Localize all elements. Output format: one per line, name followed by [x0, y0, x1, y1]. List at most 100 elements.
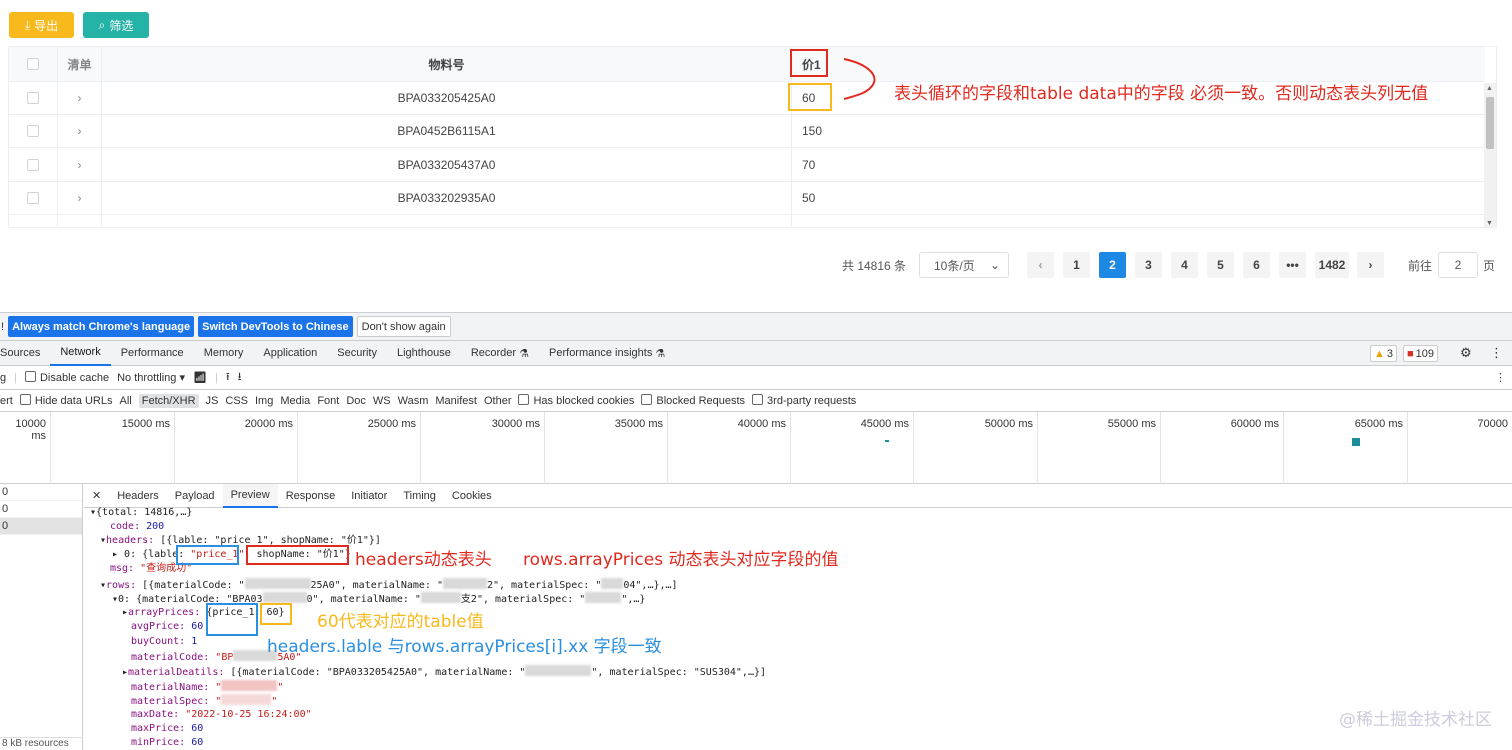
- has-blocked-label: Has blocked cookies: [533, 395, 635, 407]
- blocked-requests-checkbox[interactable]: Blocked Requests: [641, 394, 745, 407]
- timeline-tick: 25000 ms: [298, 412, 421, 484]
- page-button-active[interactable]: 2: [1099, 252, 1126, 278]
- select-all-checkbox[interactable]: [27, 58, 39, 70]
- upload-icon[interactable]: ⭱: [226, 368, 230, 387]
- has-blocked-cookies-checkbox[interactable]: Has blocked cookies: [518, 394, 634, 407]
- tab-security[interactable]: Security: [327, 341, 387, 366]
- tab-cookies[interactable]: Cookies: [444, 484, 500, 508]
- gear-icon[interactable]: ⚙: [1460, 345, 1472, 361]
- tab-timing[interactable]: Timing: [395, 484, 444, 508]
- download-icon[interactable]: ⭳: [238, 368, 242, 387]
- tab-recorder[interactable]: Recorder ⚗: [461, 341, 539, 366]
- table-scrollbar[interactable]: ▲ ▼: [1484, 83, 1496, 227]
- prev-page-button[interactable]: ‹: [1027, 252, 1054, 278]
- json-line[interactable]: ▸materialDeatils: [{materialCode: "BPA03…: [122, 665, 766, 680]
- page-size-select[interactable]: 10条/页 ⌄: [919, 252, 1009, 278]
- json-key: minPrice:: [131, 737, 192, 748]
- scroll-thumb[interactable]: [1486, 97, 1494, 149]
- network-timeline[interactable]: 10000 ms 15000 ms 20000 ms 25000 ms 3000…: [0, 412, 1512, 484]
- disable-cache-checkbox[interactable]: Disable cache: [24, 371, 109, 384]
- filter-other[interactable]: Other: [484, 395, 512, 407]
- filter-manifest[interactable]: Manifest: [435, 395, 477, 407]
- warnings-badge[interactable]: ▲ 3: [1370, 345, 1398, 362]
- row-checkbox[interactable]: [27, 192, 39, 204]
- throttling-select[interactable]: No throttling ▾: [117, 371, 185, 384]
- dont-show-button[interactable]: Don't show again: [356, 316, 451, 337]
- checkbox-box: [19, 394, 31, 405]
- tab-preview[interactable]: Preview: [222, 483, 278, 508]
- filter-doc[interactable]: Doc: [346, 395, 366, 407]
- page-button[interactable]: 1: [1063, 252, 1090, 278]
- filter-media[interactable]: Media: [280, 395, 310, 407]
- export-button[interactable]: ⤓ 导出: [9, 12, 74, 38]
- expand-chevron-icon[interactable]: ›: [58, 82, 102, 114]
- tab-performance[interactable]: Performance: [111, 341, 194, 366]
- row-checkbox[interactable]: [27, 125, 39, 137]
- expand-chevron-icon[interactable]: ›: [58, 182, 102, 214]
- switch-chinese-button[interactable]: Switch DevTools to Chinese: [198, 316, 353, 337]
- arrayprices-key-highlight: [206, 603, 258, 636]
- close-icon[interactable]: ✕: [84, 484, 109, 508]
- filter-wasm[interactable]: Wasm: [398, 395, 429, 407]
- errors-badge[interactable]: ■ 109: [1403, 345, 1439, 362]
- tab-application[interactable]: Application: [253, 341, 327, 366]
- filter-fetch-xhr[interactable]: Fetch/XHR: [138, 393, 199, 408]
- redacted: [221, 694, 272, 705]
- row-checkbox[interactable]: [27, 92, 39, 104]
- page-button[interactable]: 5: [1207, 252, 1234, 278]
- goto-input[interactable]: 2: [1438, 252, 1478, 278]
- row-checkbox[interactable]: [27, 158, 39, 171]
- page-button[interactable]: 6: [1243, 252, 1270, 278]
- tab-performance-insights[interactable]: Performance insights ⚗: [539, 341, 675, 366]
- expand-chevron-icon[interactable]: ›: [58, 115, 102, 147]
- tab-memory[interactable]: Memory: [194, 341, 254, 366]
- filter-css[interactable]: CSS: [225, 395, 248, 407]
- filter-font[interactable]: Font: [317, 395, 339, 407]
- filter-all[interactable]: All: [120, 395, 132, 407]
- next-page-button[interactable]: ›: [1357, 252, 1384, 278]
- filter-img[interactable]: Img: [255, 395, 273, 407]
- page-button[interactable]: 1482: [1315, 252, 1349, 278]
- json-value: 200: [146, 521, 165, 532]
- page-button[interactable]: 3: [1135, 252, 1162, 278]
- tab-network[interactable]: Network: [50, 341, 111, 366]
- filter-label: 筛选: [109, 18, 134, 33]
- json-value: [{materialCode: ": [142, 580, 245, 591]
- tab-headers[interactable]: Headers: [109, 484, 167, 508]
- tab-initiator[interactable]: Initiator: [343, 484, 395, 508]
- tab-recorder-label: Recorder: [470, 347, 517, 359]
- price-cell: 70: [802, 157, 816, 172]
- match-language-button[interactable]: Always match Chrome's language: [8, 316, 195, 337]
- scroll-down-icon[interactable]: ▼: [1486, 220, 1493, 227]
- json-root[interactable]: ▾{total: 14816,…}: [90, 506, 192, 520]
- filter-button[interactable]: ⌕ 筛选: [83, 12, 149, 38]
- page-ellipsis[interactable]: •••: [1279, 252, 1306, 278]
- tab-sources[interactable]: Sources: [0, 341, 50, 366]
- tab-response[interactable]: Response: [278, 484, 344, 508]
- tab-payload[interactable]: Payload: [167, 484, 223, 508]
- json-value: ": [271, 696, 278, 707]
- request-row-selected[interactable]: 0: [0, 518, 82, 535]
- timeline-request-mark: [1352, 438, 1360, 446]
- annotation-match: headers.lable 与rows.arrayPrices[i].xx 字段…: [267, 637, 662, 657]
- filter-js[interactable]: JS: [206, 395, 219, 407]
- json-value: 60: [191, 621, 204, 632]
- page-button[interactable]: 4: [1171, 252, 1198, 278]
- table-row: › BPA0452B6115A1 150: [9, 115, 1485, 148]
- scroll-up-icon[interactable]: ▲: [1486, 85, 1493, 92]
- request-row[interactable]: 0: [0, 484, 82, 501]
- more-options-icon[interactable]: ⋮: [1490, 345, 1503, 361]
- json-line[interactable]: ▾rows: [{materialCode: " 25A0", materialN…: [100, 578, 678, 593]
- expand-chevron-icon[interactable]: ›: [58, 148, 102, 181]
- overflow-icon[interactable]: ⋮: [1495, 371, 1506, 384]
- wifi-icon[interactable]: 📶︎: [193, 371, 207, 384]
- filter-ws[interactable]: WS: [373, 395, 391, 407]
- request-row[interactable]: 0: [0, 501, 82, 518]
- json-line: materialSpec: " ": [131, 694, 277, 709]
- lable-highlight: [176, 545, 239, 565]
- tab-lighthouse[interactable]: Lighthouse: [387, 341, 461, 366]
- json-key: materialSpec:: [131, 696, 216, 707]
- third-party-checkbox[interactable]: 3rd-party requests: [752, 394, 856, 407]
- json-line[interactable]: ▾0: {materialCode: "BPA03 0", materialNam…: [112, 592, 645, 607]
- hide-data-urls-checkbox[interactable]: Hide data URLs: [19, 394, 113, 407]
